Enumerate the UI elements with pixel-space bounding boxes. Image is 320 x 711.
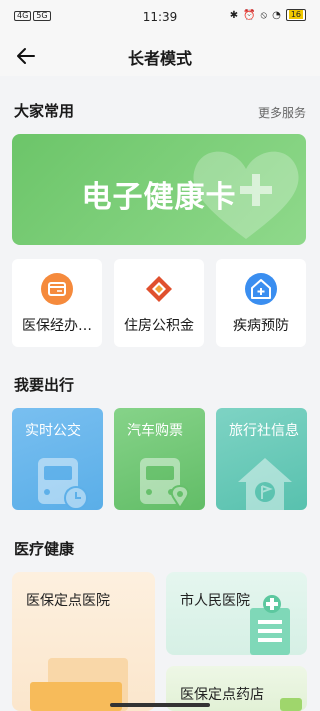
service-tile-housing-fund[interactable]: 住房公积金 — [114, 259, 204, 347]
travel-tile-label: 汽车购票 — [127, 423, 183, 439]
hospital-cross-icon — [250, 595, 290, 655]
status-bar: 4G 5G 11:39 ✱ ⏰ ⦸ ◔ 16 — [0, 0, 320, 36]
medical-tile-insured-hospital[interactable]: 医保定点医院 — [12, 572, 155, 711]
travel-tile-label: 旅行社信息 — [229, 423, 299, 439]
tile-label: 医保经办… — [22, 318, 92, 334]
house-flag-icon — [238, 458, 292, 510]
section-title-travel: 我要出行 — [14, 376, 75, 394]
pharmacy-icon — [280, 698, 302, 711]
disease-prevention-house-icon — [245, 273, 277, 305]
health-card-banner[interactable]: 电子健康卡 — [12, 134, 306, 245]
housing-fund-icon — [143, 273, 175, 305]
mute-icon: ⦸ — [260, 9, 268, 21]
travel-tile-bus-ticket[interactable]: 汽车购票 — [114, 408, 205, 510]
travel-tile-realtime-bus[interactable]: 实时公交 — [12, 408, 103, 510]
service-tile-disease-prevention[interactable]: 疾病预防 — [216, 259, 306, 347]
wifi-icon: ◔ — [272, 9, 281, 21]
section-title-medical: 医疗健康 — [14, 540, 75, 558]
medical-tile-label: 医保定点医院 — [26, 593, 110, 609]
medical-tile-city-hospital[interactable]: 市人民医院 — [166, 572, 307, 655]
medical-tile-label: 医保定点药店 — [180, 687, 264, 703]
battery-icon: 16 — [285, 9, 306, 21]
more-services-link[interactable]: 更多服务 — [258, 104, 306, 121]
tile-label: 疾病预防 — [233, 318, 289, 334]
travel-tile-label: 实时公交 — [25, 423, 81, 439]
status-icons: ✱ ⏰ ⦸ ◔ 16 — [230, 9, 306, 21]
section-title-common: 大家常用 — [14, 102, 75, 120]
medical-insurance-card-icon — [41, 273, 73, 305]
plus-icon — [240, 174, 272, 206]
alarm-icon: ⏰ — [243, 9, 256, 21]
bus-location-icon — [140, 458, 190, 510]
page-title: 长者模式 — [127, 49, 192, 68]
nav-bar: 长者模式 — [0, 36, 320, 76]
tile-label: 住房公积金 — [124, 318, 194, 334]
home-indicator[interactable] — [110, 703, 210, 707]
service-tile-medical-insurance[interactable]: 医保经办… — [12, 259, 102, 347]
bus-clock-icon — [38, 458, 88, 510]
bluetooth-icon: ✱ — [229, 9, 239, 21]
travel-tile-travel-agency[interactable]: 旅行社信息 — [216, 408, 307, 510]
